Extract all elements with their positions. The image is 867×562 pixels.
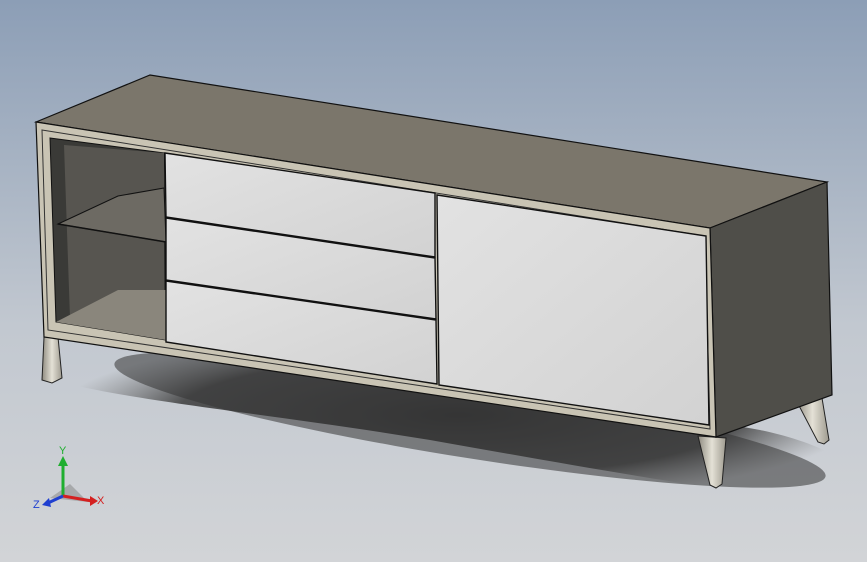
cabinet-right-side [709,181,833,438]
triad-y-label: Y [59,445,67,457]
triad-z-label: Z [33,499,40,511]
reference-triad[interactable]: Y X Z [30,440,110,520]
triad-z-arrowhead [42,498,51,507]
cad-model-view[interactable] [0,0,867,562]
leg-front-left [41,336,63,384]
graphics-viewport[interactable]: Y X Z [0,0,867,562]
triad-x-label: X [97,495,105,507]
triad-y-arrowhead [58,456,68,466]
